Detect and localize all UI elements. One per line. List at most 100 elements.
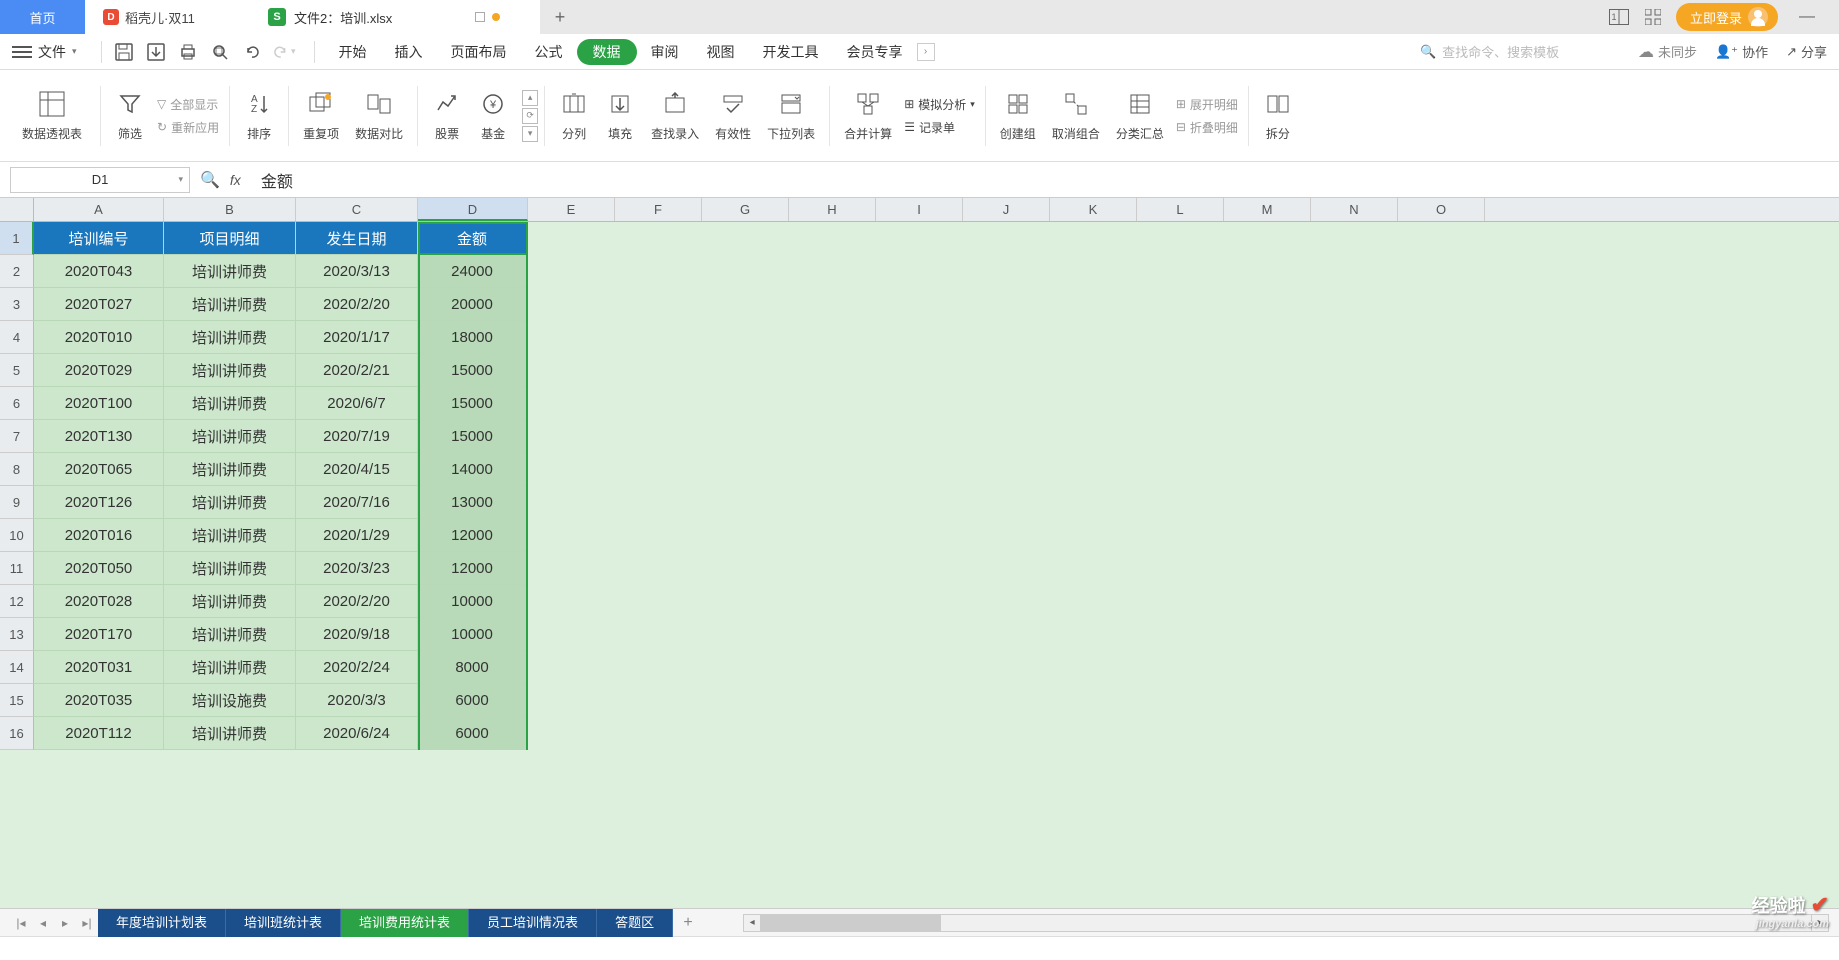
filter-button[interactable]: 筛选	[107, 76, 153, 156]
row-header-4[interactable]: 4	[0, 321, 34, 354]
sort-button[interactable]: AZ排序	[236, 76, 282, 156]
save-as-icon[interactable]	[144, 40, 168, 64]
refresh-mini-icon[interactable]: ⟳	[522, 108, 538, 124]
menu-tab-data[interactable]: 数据	[577, 39, 637, 65]
chevron-down-icon[interactable]: ▾	[72, 46, 77, 57]
col-header-O[interactable]: O	[1398, 198, 1485, 221]
cells-area[interactable]: 培训编号项目明细发生日期金额2020T043培训讲师费2020/3/132400…	[34, 222, 1839, 750]
new-tab-button[interactable]: +	[540, 7, 580, 28]
cell[interactable]: 14000	[418, 453, 528, 486]
tab-file-current[interactable]: S 文件2：培训.xlsx	[250, 0, 540, 34]
col-header-F[interactable]: F	[615, 198, 702, 221]
cell-reference-box[interactable]: D1▾	[10, 167, 190, 193]
cell[interactable]: 2020/7/19	[296, 420, 418, 453]
cell[interactable]: 15000	[418, 354, 528, 387]
redo-icon[interactable]: ▾	[272, 40, 296, 64]
hamburger-icon[interactable]	[12, 46, 32, 58]
cell[interactable]: 2020T043	[34, 255, 164, 288]
cell[interactable]: 15000	[418, 420, 528, 453]
save-icon[interactable]	[112, 40, 136, 64]
cell[interactable]: 发生日期	[296, 222, 418, 255]
cell[interactable]: 培训讲师费	[164, 453, 296, 486]
scroll-left-button[interactable]: ◂	[743, 914, 761, 932]
cell[interactable]: 培训讲师费	[164, 651, 296, 684]
col-header-A[interactable]: A	[34, 198, 164, 221]
col-header-E[interactable]: E	[528, 198, 615, 221]
menu-tab-pagelayout[interactable]: 页面布局	[437, 34, 521, 70]
lookup-button[interactable]: 查找录入	[643, 76, 707, 156]
row-header-10[interactable]: 10	[0, 519, 34, 552]
layout-icon[interactable]: 1	[1608, 6, 1630, 28]
col-header-K[interactable]: K	[1050, 198, 1137, 221]
cell[interactable]: 20000	[418, 288, 528, 321]
cell[interactable]: 2020/6/24	[296, 717, 418, 750]
cell[interactable]: 2020/1/29	[296, 519, 418, 552]
tab-home[interactable]: 首页	[0, 0, 85, 34]
sheet-tab-3[interactable]: 员工培训情况表	[469, 909, 597, 937]
cell[interactable]: 2020/3/23	[296, 552, 418, 585]
cell[interactable]: 12000	[418, 519, 528, 552]
apps-icon[interactable]	[1642, 6, 1664, 28]
formula-input[interactable]: 金额	[251, 168, 293, 192]
menu-tab-devtools[interactable]: 开发工具	[749, 34, 833, 70]
group-button[interactable]: 创建组	[992, 76, 1044, 156]
cell[interactable]: 2020/2/20	[296, 585, 418, 618]
goto-icon[interactable]: 🔍	[200, 170, 220, 190]
print-preview-icon[interactable]	[208, 40, 232, 64]
cell[interactable]: 2020/7/16	[296, 486, 418, 519]
cell[interactable]: 2020/4/15	[296, 453, 418, 486]
sheet-nav-prev[interactable]: ◂	[32, 916, 54, 930]
cell[interactable]: 2020T010	[34, 321, 164, 354]
cell[interactable]: 2020T031	[34, 651, 164, 684]
cell[interactable]: 2020T100	[34, 387, 164, 420]
print-icon[interactable]	[176, 40, 200, 64]
reapply-button[interactable]: ↻重新应用	[157, 119, 219, 136]
sheet-tab-0[interactable]: 年度培训计划表	[98, 909, 226, 937]
cell[interactable]: 2020T065	[34, 453, 164, 486]
login-button[interactable]: 立即登录	[1676, 3, 1778, 31]
cell[interactable]: 2020T126	[34, 486, 164, 519]
cell[interactable]: 培训讲师费	[164, 618, 296, 651]
sheet-tab-1[interactable]: 培训班统计表	[226, 909, 341, 937]
cell[interactable]: 2020T016	[34, 519, 164, 552]
cell[interactable]: 2020/9/18	[296, 618, 418, 651]
cell[interactable]: 2020T028	[34, 585, 164, 618]
cell[interactable]: 培训讲师费	[164, 486, 296, 519]
collab-button[interactable]: 👤⁺协作	[1715, 42, 1768, 61]
cell[interactable]: 2020T050	[34, 552, 164, 585]
row-header-12[interactable]: 12	[0, 585, 34, 618]
compare-button[interactable]: 数据对比	[347, 76, 411, 156]
sheet-nav-next[interactable]: ▸	[54, 916, 76, 930]
col-header-H[interactable]: H	[789, 198, 876, 221]
cell[interactable]: 培训讲师费	[164, 321, 296, 354]
col-header-N[interactable]: N	[1311, 198, 1398, 221]
horizontal-scrollbar[interactable]: ◂ ▸	[743, 914, 1829, 932]
showall-button[interactable]: ▽全部显示	[157, 96, 219, 113]
tab-doke[interactable]: D 稻壳儿·双11	[85, 0, 250, 34]
cell[interactable]: 2020T035	[34, 684, 164, 717]
cell[interactable]: 6000	[418, 684, 528, 717]
cell[interactable]: 24000	[418, 255, 528, 288]
whatif-button[interactable]: ⊞模拟分析▾	[904, 96, 975, 113]
cell[interactable]: 2020/6/7	[296, 387, 418, 420]
validation-button[interactable]: 有效性	[707, 76, 759, 156]
record-button[interactable]: ☰记录单	[904, 119, 975, 136]
cell[interactable]: 15000	[418, 387, 528, 420]
col-header-C[interactable]: C	[296, 198, 418, 221]
scroll-track[interactable]	[761, 914, 1811, 932]
dropdown-button[interactable]: 下拉列表	[759, 76, 823, 156]
chevron-down-icon[interactable]: ▾	[178, 174, 183, 185]
cell[interactable]: 项目明细	[164, 222, 296, 255]
sync-status[interactable]: ☁未同步	[1638, 42, 1697, 62]
cell[interactable]: 2020/3/3	[296, 684, 418, 717]
col-header-M[interactable]: M	[1224, 198, 1311, 221]
row-header-8[interactable]: 8	[0, 453, 34, 486]
row-header-14[interactable]: 14	[0, 651, 34, 684]
subtotal-button[interactable]: 分类汇总	[1108, 76, 1172, 156]
file-menu[interactable]: 文件	[38, 42, 66, 62]
sheet-tab-4[interactable]: 答题区	[597, 909, 673, 937]
cell[interactable]: 培训讲师费	[164, 552, 296, 585]
cell[interactable]: 2020/2/20	[296, 288, 418, 321]
row-header-9[interactable]: 9	[0, 486, 34, 519]
cell[interactable]: 10000	[418, 585, 528, 618]
